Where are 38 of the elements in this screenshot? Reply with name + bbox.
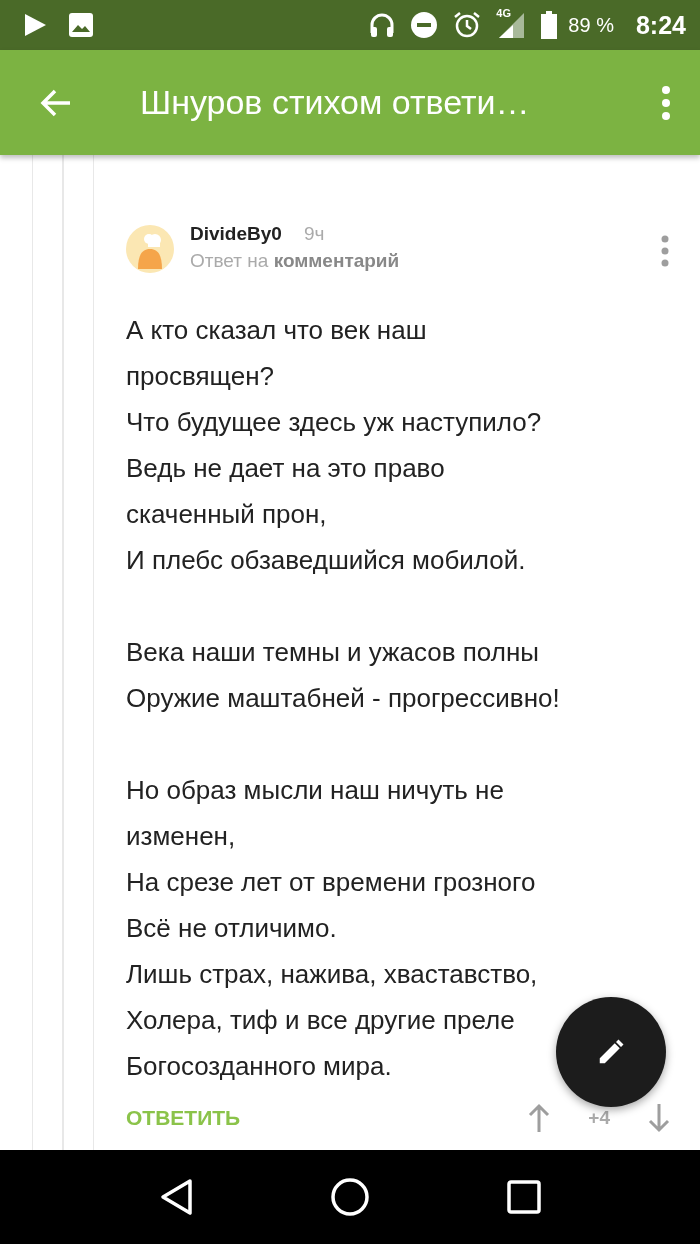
author-name[interactable]: DivideBy0 xyxy=(190,223,282,245)
comment-text-line: А кто сказал что век наш xyxy=(126,314,427,347)
comment-text-line: скаченный прон, xyxy=(126,498,327,531)
headphones-icon xyxy=(368,11,397,39)
back-icon[interactable] xyxy=(158,1178,193,1216)
comment-text-line: Всё не отличимо. xyxy=(126,912,337,945)
battery-icon xyxy=(540,10,559,40)
compose-button[interactable] xyxy=(556,997,666,1107)
clock: 8:24 xyxy=(635,10,686,40)
comment-text-line: Холера, тиф и все другие преле xyxy=(126,1004,515,1037)
comment-text-line: Богосозданного мира. xyxy=(126,1050,392,1083)
comment-text-line: Что будущее здесь уж наступило? xyxy=(126,406,542,439)
recent-apps-icon[interactable] xyxy=(507,1180,542,1214)
upvote-icon[interactable] xyxy=(528,1103,551,1133)
do-not-disturb-icon xyxy=(410,11,439,39)
comment-text-line: Лишь страх, нажива, хваставство, xyxy=(126,958,538,991)
comment-time: 9ч xyxy=(303,223,325,245)
comment-text-line: Но образ мысли наш ничуть не xyxy=(126,774,504,807)
more-options-icon[interactable] xyxy=(660,84,672,121)
network-label: 4G xyxy=(496,7,512,19)
avatar-icon[interactable] xyxy=(126,225,174,273)
score: +4 xyxy=(588,1107,610,1129)
home-icon[interactable] xyxy=(330,1177,370,1217)
comment-text-line: На срезе лет от времени грозного xyxy=(126,866,536,899)
comment-text-line: Оружие маштабней - прогрессивно! xyxy=(126,682,560,715)
downvote-icon[interactable] xyxy=(648,1103,670,1133)
reply-button[interactable]: ОТВЕТИТЬ xyxy=(126,1106,241,1130)
comment-text-line: Века наши темны и ужасов полны xyxy=(126,636,539,669)
reply-to-link[interactable]: Ответ на комментарий xyxy=(190,250,660,272)
image-icon xyxy=(68,12,94,38)
comment-text-line: просвящен? xyxy=(126,360,274,393)
screen-title: Шнуров стихом ответи… xyxy=(140,83,531,122)
play-icon xyxy=(22,12,48,38)
battery-percentage: 89 % xyxy=(568,13,614,37)
comment-text-line: Ведь не дает на это право xyxy=(126,452,445,485)
comment-text-line: И плебс обзаведшийся мобилой. xyxy=(126,544,526,577)
comment-text-line: изменен, xyxy=(126,820,236,853)
more-options-icon[interactable] xyxy=(660,235,670,267)
